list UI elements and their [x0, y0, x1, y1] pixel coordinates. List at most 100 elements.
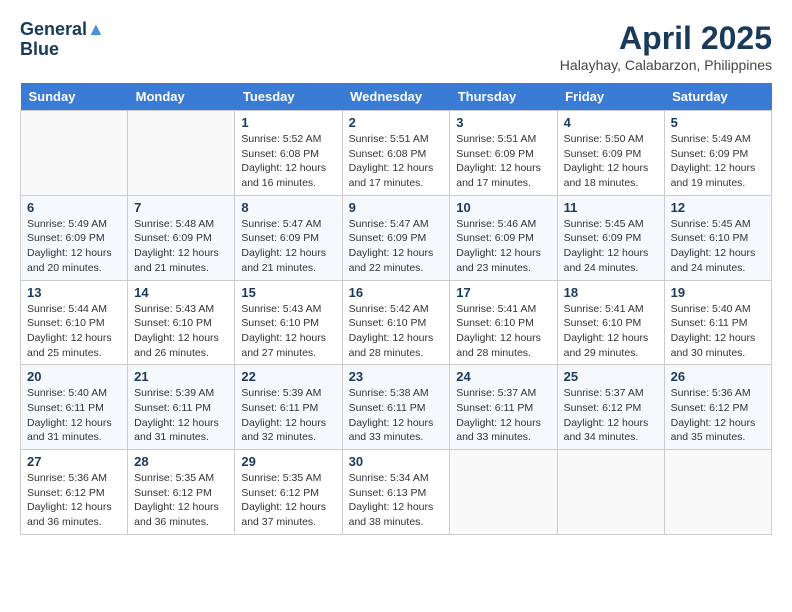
day-number: 24 — [456, 369, 550, 384]
day-detail: Sunrise: 5:37 AM Sunset: 6:11 PM Dayligh… — [456, 386, 550, 445]
calendar-cell: 21 Sunrise: 5:39 AM Sunset: 6:11 PM Dayli… — [128, 365, 235, 450]
calendar-cell: 3 Sunrise: 5:51 AM Sunset: 6:09 PM Daylig… — [450, 111, 557, 196]
col-saturday: Saturday — [664, 83, 771, 111]
day-number: 15 — [241, 285, 335, 300]
day-detail: Sunrise: 5:36 AM Sunset: 6:12 PM Dayligh… — [27, 471, 121, 530]
title-block: April 2025 Halayhay, Calabarzon, Philipp… — [560, 20, 772, 73]
day-number: 4 — [564, 115, 658, 130]
day-number: 16 — [349, 285, 444, 300]
day-detail: Sunrise: 5:36 AM Sunset: 6:12 PM Dayligh… — [671, 386, 765, 445]
day-number: 5 — [671, 115, 765, 130]
col-tuesday: Tuesday — [235, 83, 342, 111]
day-number: 30 — [349, 454, 444, 469]
day-number: 8 — [241, 200, 335, 215]
logo: General▲Blue — [20, 20, 105, 60]
calendar-cell — [450, 450, 557, 535]
calendar-cell: 16 Sunrise: 5:42 AM Sunset: 6:10 PM Dayli… — [342, 280, 450, 365]
day-detail: Sunrise: 5:47 AM Sunset: 6:09 PM Dayligh… — [241, 217, 335, 276]
calendar-cell: 10 Sunrise: 5:46 AM Sunset: 6:09 PM Dayli… — [450, 195, 557, 280]
calendar-cell: 1 Sunrise: 5:52 AM Sunset: 6:08 PM Daylig… — [235, 111, 342, 196]
calendar-cell: 23 Sunrise: 5:38 AM Sunset: 6:11 PM Dayli… — [342, 365, 450, 450]
calendar-cell: 5 Sunrise: 5:49 AM Sunset: 6:09 PM Daylig… — [664, 111, 771, 196]
day-number: 22 — [241, 369, 335, 384]
calendar-cell: 12 Sunrise: 5:45 AM Sunset: 6:10 PM Dayli… — [664, 195, 771, 280]
day-detail: Sunrise: 5:42 AM Sunset: 6:10 PM Dayligh… — [349, 302, 444, 361]
week-row-1: 1 Sunrise: 5:52 AM Sunset: 6:08 PM Daylig… — [21, 111, 772, 196]
day-detail: Sunrise: 5:46 AM Sunset: 6:09 PM Dayligh… — [456, 217, 550, 276]
day-number: 1 — [241, 115, 335, 130]
day-number: 12 — [671, 200, 765, 215]
calendar-cell: 14Sunrise: 5:43 AM Sunset: 6:10 PM Dayli… — [128, 280, 235, 365]
day-detail: Sunrise: 5:35 AM Sunset: 6:12 PM Dayligh… — [241, 471, 335, 530]
calendar-cell: 28Sunrise: 5:35 AM Sunset: 6:12 PM Dayli… — [128, 450, 235, 535]
day-number: 11 — [564, 200, 658, 215]
day-detail: Sunrise: 5:45 AM Sunset: 6:10 PM Dayligh… — [671, 217, 765, 276]
day-number: 6 — [27, 200, 121, 215]
col-monday: Monday — [128, 83, 235, 111]
calendar-cell: 30Sunrise: 5:34 AM Sunset: 6:13 PM Dayli… — [342, 450, 450, 535]
day-number: 9 — [349, 200, 444, 215]
month-title: April 2025 — [560, 20, 772, 57]
day-detail: Sunrise: 5:49 AM Sunset: 6:09 PM Dayligh… — [671, 132, 765, 191]
day-detail: Sunrise: 5:40 AM Sunset: 6:11 PM Dayligh… — [27, 386, 121, 445]
day-number: 14 — [134, 285, 228, 300]
calendar-cell — [128, 111, 235, 196]
day-detail: Sunrise: 5:40 AM Sunset: 6:11 PM Dayligh… — [671, 302, 765, 361]
day-number: 19 — [671, 285, 765, 300]
calendar-cell: 20 Sunrise: 5:40 AM Sunset: 6:11 PM Dayli… — [21, 365, 128, 450]
calendar-cell: 19 Sunrise: 5:40 AM Sunset: 6:11 PM Dayli… — [664, 280, 771, 365]
calendar-cell: 15 Sunrise: 5:43 AM Sunset: 6:10 PM Dayli… — [235, 280, 342, 365]
day-detail: Sunrise: 5:50 AM Sunset: 6:09 PM Dayligh… — [564, 132, 658, 191]
calendar-cell: 11Sunrise: 5:45 AM Sunset: 6:09 PM Dayli… — [557, 195, 664, 280]
day-detail: Sunrise: 5:43 AM Sunset: 6:10 PM Dayligh… — [241, 302, 335, 361]
day-detail: Sunrise: 5:41 AM Sunset: 6:10 PM Dayligh… — [564, 302, 658, 361]
calendar-cell: 4 Sunrise: 5:50 AM Sunset: 6:09 PM Daylig… — [557, 111, 664, 196]
day-number: 26 — [671, 369, 765, 384]
col-thursday: Thursday — [450, 83, 557, 111]
day-detail: Sunrise: 5:51 AM Sunset: 6:08 PM Dayligh… — [349, 132, 444, 191]
calendar-cell: 6Sunrise: 5:49 AM Sunset: 6:09 PM Daylig… — [21, 195, 128, 280]
calendar-cell: 2Sunrise: 5:51 AM Sunset: 6:08 PM Daylig… — [342, 111, 450, 196]
day-detail: Sunrise: 5:51 AM Sunset: 6:09 PM Dayligh… — [456, 132, 550, 191]
calendar-header-row: Sunday Monday Tuesday Wednesday Thursday… — [21, 83, 772, 111]
day-number: 20 — [27, 369, 121, 384]
calendar-cell: 17 Sunrise: 5:41 AM Sunset: 6:10 PM Dayli… — [450, 280, 557, 365]
calendar-cell — [21, 111, 128, 196]
calendar-cell: 13Sunrise: 5:44 AM Sunset: 6:10 PM Dayli… — [21, 280, 128, 365]
calendar-cell: 7Sunrise: 5:48 AM Sunset: 6:09 PM Daylig… — [128, 195, 235, 280]
day-detail: Sunrise: 5:52 AM Sunset: 6:08 PM Dayligh… — [241, 132, 335, 191]
col-friday: Friday — [557, 83, 664, 111]
day-number: 27 — [27, 454, 121, 469]
logo-text: General▲Blue — [20, 20, 105, 60]
calendar-cell: 27 Sunrise: 5:36 AM Sunset: 6:12 PM Dayli… — [21, 450, 128, 535]
calendar-cell: 8 Sunrise: 5:47 AM Sunset: 6:09 PM Daylig… — [235, 195, 342, 280]
week-row-3: 13Sunrise: 5:44 AM Sunset: 6:10 PM Dayli… — [21, 280, 772, 365]
day-number: 21 — [134, 369, 228, 384]
week-row-2: 6Sunrise: 5:49 AM Sunset: 6:09 PM Daylig… — [21, 195, 772, 280]
day-number: 29 — [241, 454, 335, 469]
day-detail: Sunrise: 5:38 AM Sunset: 6:11 PM Dayligh… — [349, 386, 444, 445]
day-detail: Sunrise: 5:39 AM Sunset: 6:11 PM Dayligh… — [241, 386, 335, 445]
day-detail: Sunrise: 5:44 AM Sunset: 6:10 PM Dayligh… — [27, 302, 121, 361]
location-title: Halayhay, Calabarzon, Philippines — [560, 57, 772, 73]
day-number: 17 — [456, 285, 550, 300]
calendar-cell: 25 Sunrise: 5:37 AM Sunset: 6:12 PM Dayli… — [557, 365, 664, 450]
day-detail: Sunrise: 5:39 AM Sunset: 6:11 PM Dayligh… — [134, 386, 228, 445]
col-wednesday: Wednesday — [342, 83, 450, 111]
day-number: 3 — [456, 115, 550, 130]
day-number: 18 — [564, 285, 658, 300]
day-number: 25 — [564, 369, 658, 384]
day-number: 10 — [456, 200, 550, 215]
day-detail: Sunrise: 5:37 AM Sunset: 6:12 PM Dayligh… — [564, 386, 658, 445]
calendar-cell: 24 Sunrise: 5:37 AM Sunset: 6:11 PM Dayli… — [450, 365, 557, 450]
calendar-cell: 18 Sunrise: 5:41 AM Sunset: 6:10 PM Dayli… — [557, 280, 664, 365]
day-number: 28 — [134, 454, 228, 469]
calendar-table: Sunday Monday Tuesday Wednesday Thursday… — [20, 83, 772, 535]
calendar-cell — [557, 450, 664, 535]
week-row-4: 20 Sunrise: 5:40 AM Sunset: 6:11 PM Dayli… — [21, 365, 772, 450]
week-row-5: 27 Sunrise: 5:36 AM Sunset: 6:12 PM Dayli… — [21, 450, 772, 535]
day-detail: Sunrise: 5:47 AM Sunset: 6:09 PM Dayligh… — [349, 217, 444, 276]
calendar-cell: 29 Sunrise: 5:35 AM Sunset: 6:12 PM Dayli… — [235, 450, 342, 535]
day-detail: Sunrise: 5:41 AM Sunset: 6:10 PM Dayligh… — [456, 302, 550, 361]
day-number: 23 — [349, 369, 444, 384]
